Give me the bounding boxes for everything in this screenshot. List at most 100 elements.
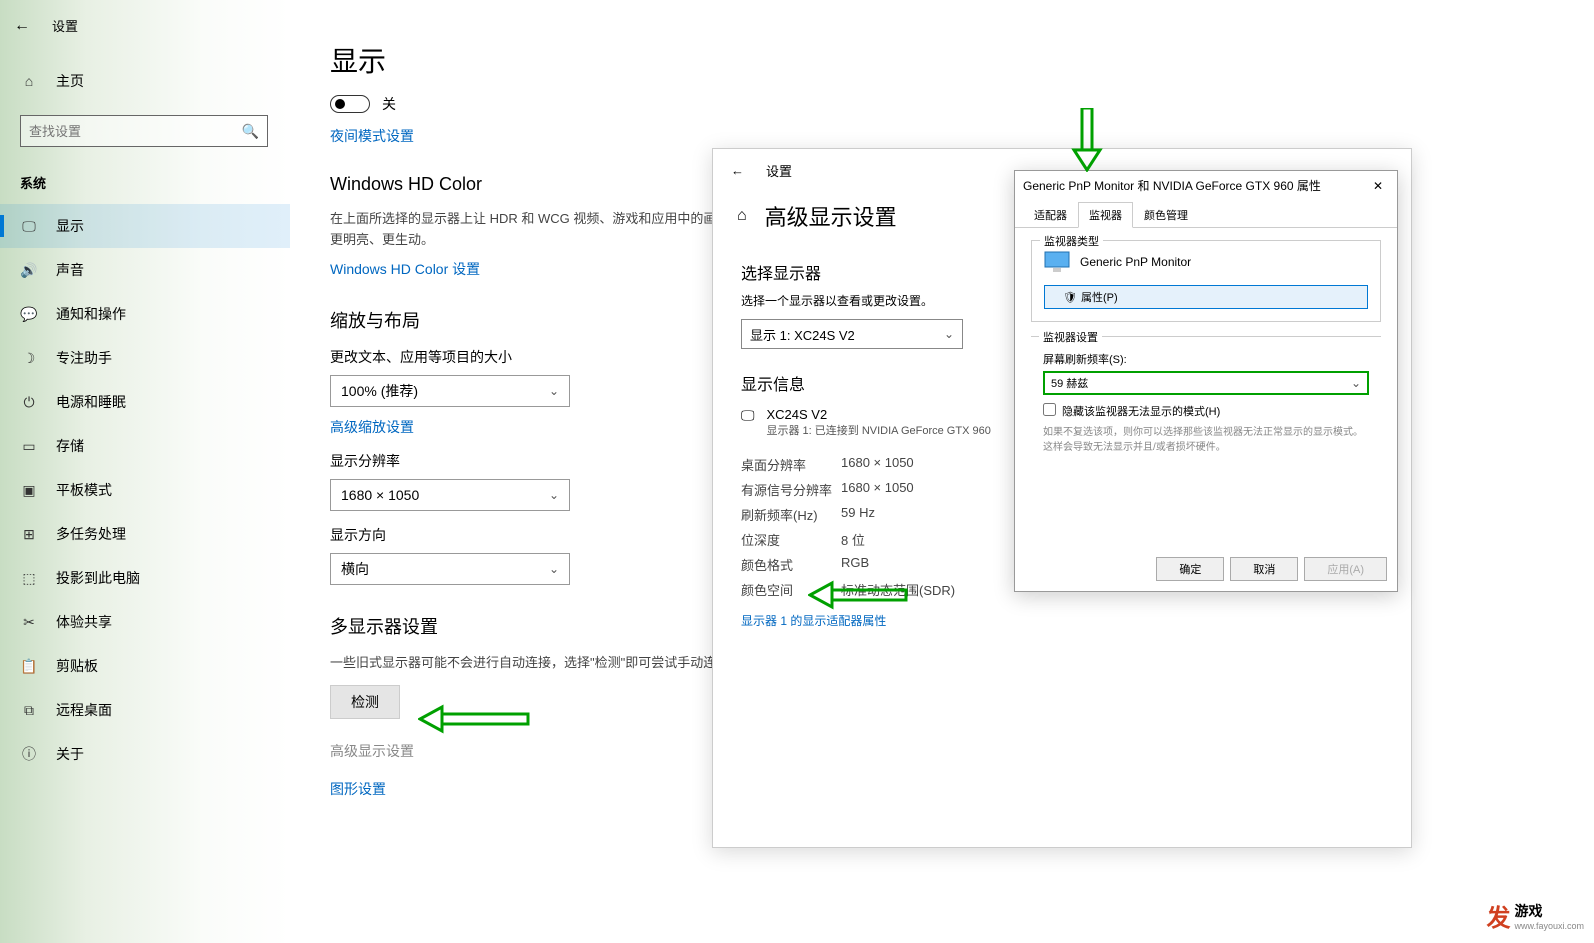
monitor-icon: 🖵 [741, 407, 755, 438]
nav-display[interactable]: 🖵 显示 [0, 204, 290, 248]
button-label: 属性(P) [1081, 289, 1118, 305]
refresh-rate-value: 59 赫兹 [1051, 375, 1088, 391]
back-icon[interactable]: ← [14, 17, 30, 35]
nav-multitask[interactable]: ⊞ 多任务处理 [0, 512, 290, 556]
chevron-down-icon: ⌄ [944, 327, 954, 341]
nav-tablet[interactable]: ▣ 平板模式 [0, 468, 290, 512]
nav-label: 电源和睡眠 [56, 392, 126, 412]
nav-focus[interactable]: ☽ 专注助手 [0, 336, 290, 380]
monitor-settings-group: 监视器设置 屏幕刷新频率(S): 59 赫兹 ⌄ 隐藏该监视器无法显示的模式(H… [1031, 336, 1381, 455]
search-box[interactable]: 🔍 [20, 115, 268, 147]
resolution-select[interactable]: 1680 × 1050 ⌄ [330, 479, 570, 511]
power-icon: ⏻ [20, 394, 38, 411]
info-value: 59 Hz [841, 505, 875, 524]
tab-color[interactable]: 颜色管理 [1133, 202, 1199, 227]
info-label: 有源信号分辨率 [741, 480, 841, 499]
info-value: 1680 × 1050 [841, 455, 914, 474]
hd-color-link[interactable]: Windows HD Color 设置 [330, 259, 480, 279]
tablet-icon: ▣ [20, 482, 38, 499]
night-mode-link[interactable]: 夜间模式设置 [330, 126, 414, 146]
nav-remote[interactable]: ⧉ 远程桌面 [0, 688, 290, 732]
window-title: 设置 [52, 16, 78, 35]
nav-power[interactable]: ⏻ 电源和睡眠 [0, 380, 290, 424]
graphics-settings-link[interactable]: 图形设置 [330, 779, 386, 799]
chevron-down-icon: ⌄ [549, 488, 559, 502]
category-label: 系统 [0, 161, 290, 204]
nav-clipboard[interactable]: 📋 剪贴板 [0, 644, 290, 688]
home-label: 主页 [56, 71, 84, 91]
shared-icon: ✂ [20, 614, 38, 631]
search-icon: 🔍 [242, 123, 259, 140]
project-icon: ⬚ [20, 570, 38, 587]
clipboard-icon: 📋 [20, 658, 38, 675]
display-select-value: 显示 1: XC24S V2 [750, 325, 855, 344]
cancel-button[interactable]: 取消 [1230, 557, 1298, 581]
home-nav[interactable]: ⌂ 主页 [0, 57, 290, 105]
info-label: 颜色格式 [741, 555, 841, 574]
watermark-url: www.fayouxi.com [1514, 921, 1584, 931]
nav-label: 多任务处理 [56, 524, 126, 544]
about-icon: ⓘ [20, 744, 38, 764]
nav-shared[interactable]: ✂ 体验共享 [0, 600, 290, 644]
group-label: 监视器类型 [1040, 233, 1103, 249]
display-select[interactable]: 显示 1: XC24S V2 ⌄ [741, 319, 963, 349]
toggle-switch[interactable]: 关 [330, 94, 1554, 114]
dialog-title: Generic PnP Monitor 和 NVIDIA GeForce GTX… [1023, 177, 1321, 194]
adapter-properties-link[interactable]: 显示器 1 的显示适配器属性 [741, 612, 886, 629]
close-icon[interactable]: ✕ [1367, 179, 1389, 193]
notifications-icon: 💬 [20, 306, 38, 323]
chevron-down-icon: ⌄ [1351, 376, 1361, 390]
window-title: 设置 [766, 161, 792, 180]
nav-label: 平板模式 [56, 480, 112, 500]
watermark-text: 游戏 [1514, 901, 1584, 921]
chevron-down-icon: ⌄ [549, 562, 559, 576]
monitor-icon [1044, 251, 1070, 273]
info-value: 1680 × 1050 [841, 480, 914, 499]
nav-storage[interactable]: ▭ 存储 [0, 424, 290, 468]
monitor-name: XC24S V2 [767, 407, 991, 422]
monitor-sub: 显示器 1: 已连接到 NVIDIA GeForce GTX 960 [767, 422, 991, 438]
ok-button[interactable]: 确定 [1156, 557, 1224, 581]
display-icon: 🖵 [20, 218, 38, 235]
nav-label: 通知和操作 [56, 304, 126, 324]
nav-project[interactable]: ⬚ 投影到此电脑 [0, 556, 290, 600]
toggle-label: 关 [382, 94, 396, 114]
shield-icon: 🛡 [1063, 291, 1077, 304]
info-label: 刷新频率(Hz) [741, 505, 841, 524]
home-icon[interactable]: ⌂ [737, 207, 747, 225]
nav-label: 专注助手 [56, 348, 112, 368]
nav-label: 体验共享 [56, 612, 112, 632]
refresh-rate-select[interactable]: 59 赫兹 ⌄ [1043, 371, 1369, 395]
sidebar: ← 设置 ⌂ 主页 🔍 系统 🖵 显示 🔊 声音 💬 通知和操作 ☽ 专注助手 [0, 0, 290, 943]
chevron-down-icon: ⌄ [549, 384, 559, 398]
info-value: RGB [841, 555, 869, 574]
apply-button[interactable]: 应用(A) [1304, 557, 1387, 581]
storage-icon: ▭ [20, 438, 38, 455]
multitask-icon: ⊞ [20, 526, 38, 543]
nav-sound[interactable]: 🔊 声音 [0, 248, 290, 292]
info-value: 8 位 [841, 530, 865, 549]
search-input[interactable] [29, 124, 242, 139]
back-icon[interactable]: ← [731, 163, 744, 178]
advanced-scale-link[interactable]: 高级缩放设置 [330, 417, 414, 437]
nav-about[interactable]: ⓘ 关于 [0, 732, 290, 776]
info-label: 桌面分辨率 [741, 455, 841, 474]
orientation-value: 横向 [341, 559, 369, 579]
detect-button[interactable]: 检测 [330, 685, 400, 719]
hide-modes-checkbox[interactable] [1043, 403, 1056, 416]
nav-label: 声音 [56, 260, 84, 280]
group-label: 监视器设置 [1039, 329, 1102, 345]
checkbox-label: 隐藏该监视器无法显示的模式(H) [1062, 403, 1220, 419]
monitor-properties-dialog: Generic PnP Monitor 和 NVIDIA GeForce GTX… [1014, 170, 1398, 592]
nav-label: 剪贴板 [56, 656, 98, 676]
tab-adapter[interactable]: 适配器 [1023, 202, 1078, 227]
properties-button[interactable]: 🛡 属性(P) [1044, 285, 1368, 309]
tab-monitor[interactable]: 监视器 [1078, 202, 1133, 228]
nav-label: 投影到此电脑 [56, 568, 140, 588]
monitor-type-group: 监视器类型 Generic PnP Monitor 🛡 属性(P) [1031, 240, 1381, 322]
orientation-select[interactable]: 横向 ⌄ [330, 553, 570, 585]
info-label: 位深度 [741, 530, 841, 549]
nav-notifications[interactable]: 💬 通知和操作 [0, 292, 290, 336]
scale-select[interactable]: 100% (推荐) ⌄ [330, 375, 570, 407]
home-icon: ⌂ [20, 73, 38, 89]
